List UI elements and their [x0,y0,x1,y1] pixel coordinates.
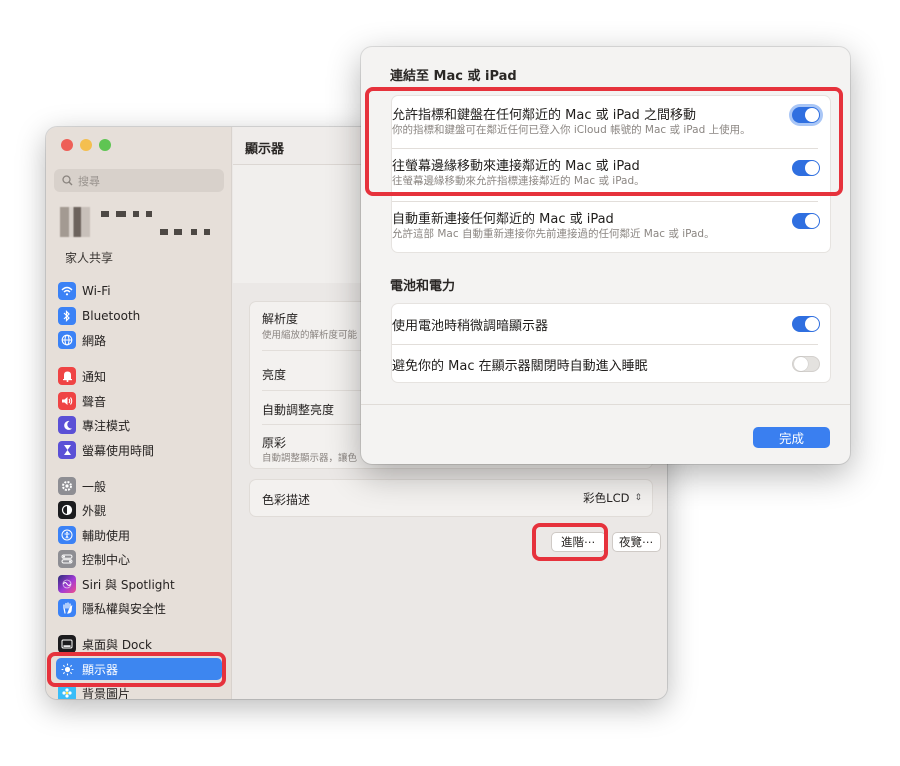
moon-icon [58,416,76,434]
highlight-displays [47,652,226,687]
speaker-icon [58,392,76,410]
color-profile-label: 色彩描述 [262,493,311,507]
blurred-name [133,211,139,217]
sidebar-item-label: 桌面與 Dock [82,637,152,652]
toggle-knob [794,357,808,371]
sidebar-item-label: 網路 [82,333,107,348]
control-center-icon [58,550,76,568]
sidebar-item-control-center[interactable]: 控制中心 [56,548,222,570]
siri-icon [58,575,76,593]
close-window-button[interactable] [61,139,73,151]
blurred-account [191,229,197,235]
option-row[interactable]: 自動重新連接任何鄰近的 Mac 或 iPad 允許這部 Mac 自動重新連接你先… [392,202,830,254]
highlight-link-options [365,87,843,196]
sidebar: 搜尋 家人共享 Wi-Fi Bluetooth 網路 通知 聲音 專注模式 螢幕… [46,127,232,699]
option-row[interactable]: 避免你的 Mac 在顯示器關閉時自動進入睡眠 [392,345,830,384]
sidebar-item-general[interactable]: 一般 [56,475,222,497]
avatar[interactable] [60,207,90,237]
sidebar-item-notifications[interactable]: 通知 [56,365,222,387]
gear-icon [58,477,76,495]
color-profile-popup[interactable]: 彩色LCD ⇕ [583,490,642,506]
battery-options-card: 使用電池時稍微調暗顯示器 避免你的 Mac 在顯示器關閉時自動進入睡眠 [391,303,831,383]
toggle-switch[interactable] [792,356,820,372]
wifi-icon [58,282,76,300]
section-title-link-mac-ipad: 連結至 Mac 或 iPad [390,69,517,84]
highlight-advanced [532,523,608,561]
resolution-label: 解析度 [262,312,299,326]
sidebar-item-bluetooth[interactable]: Bluetooth [56,305,222,327]
sidebar-item-screen-time[interactable]: 螢幕使用時間 [56,439,222,461]
blurred-name [146,211,152,217]
sidebar-item-label: 螢幕使用時間 [82,443,155,458]
dock-icon [58,635,76,653]
true-tone-description: 自動調整顯示器，讓色 [262,453,358,464]
bluetooth-icon [58,307,76,325]
blurred-account [204,229,210,235]
sidebar-item-label: 控制中心 [82,552,131,567]
night-shift-button-label: 夜覽⋯ [612,532,661,552]
option-label: 避免你的 Mac 在顯示器關閉時自動進入睡眠 [392,359,648,374]
color-profile-group: 色彩描述 彩色LCD ⇕ [249,479,653,517]
sidebar-item-label: Siri 與 Spotlight [82,577,175,592]
true-tone-label: 原彩 [262,436,287,450]
sidebar-item-privacy-security[interactable]: 隱私權與安全性 [56,597,222,619]
option-label: 使用電池時稍微調暗顯示器 [392,319,549,334]
page-title: 顯示器 [245,142,285,157]
blurred-account [174,229,182,235]
sidebar-item-appearance[interactable]: 外觀 [56,499,222,521]
search-field[interactable]: 搜尋 [54,169,224,192]
sidebar-item-focus[interactable]: 專注模式 [56,414,222,436]
sidebar-item-label: Bluetooth [82,309,141,323]
blurred-account [160,229,168,235]
bell-icon [58,367,76,385]
divider [361,404,850,405]
option-row[interactable]: 使用電池時稍微調暗顯示器 [392,304,830,344]
hand-icon [58,599,76,617]
minimize-window-button[interactable] [80,139,92,151]
toggle-knob [805,317,819,331]
search-icon [62,175,73,186]
sidebar-item-wifi[interactable]: Wi-Fi [56,280,222,302]
sidebar-item-label: 外觀 [82,503,107,518]
toggle-switch[interactable] [792,316,820,332]
sidebar-item-accessibility[interactable]: 輔助使用 [56,524,222,546]
sidebar-item-label: 聲音 [82,394,107,409]
blurred-name [116,211,126,217]
auto-brightness-label: 自動調整亮度 [262,403,335,417]
updown-chevron-icon: ⇕ [634,493,642,503]
brightness-label: 亮度 [262,368,287,382]
toggle-switch[interactable] [792,213,820,229]
toggle-knob [805,214,819,228]
sidebar-item-label: 一般 [82,479,107,494]
family-sharing-label[interactable]: 家人共享 [65,249,113,266]
done-button[interactable]: 完成 [753,427,830,448]
search-placeholder: 搜尋 [78,174,100,188]
zoom-window-button[interactable] [99,139,111,151]
night-shift-button[interactable]: 夜覽⋯ [607,532,666,552]
hourglass-icon [58,441,76,459]
blurred-name [101,211,109,217]
sidebar-item-label: 隱私權與安全性 [82,601,167,616]
option-description: 允許這部 Mac 自動重新連接你先前連接過的任何鄰近 Mac 或 iPad。 [392,228,715,240]
sidebar-item-label: 通知 [82,369,107,384]
sidebar-item-label: 輔助使用 [82,528,131,543]
appearance-icon [58,501,76,519]
section-title-battery-power: 電池和電力 [390,279,456,294]
sidebar-item-siri-spotlight[interactable]: Siri 與 Spotlight [56,573,222,595]
accessibility-icon [58,526,76,544]
resolution-description: 使用縮放的解析度可能 [262,330,358,341]
sidebar-item-label: Wi-Fi [82,284,111,298]
sidebar-item-sound[interactable]: 聲音 [56,390,222,412]
color-profile-value: 彩色LCD [583,491,630,505]
option-label: 自動重新連接任何鄰近的 Mac 或 iPad [392,212,614,227]
globe-icon [58,331,76,349]
sidebar-item-label: 專注模式 [82,418,131,433]
sidebar-item-network[interactable]: 網路 [56,329,222,351]
